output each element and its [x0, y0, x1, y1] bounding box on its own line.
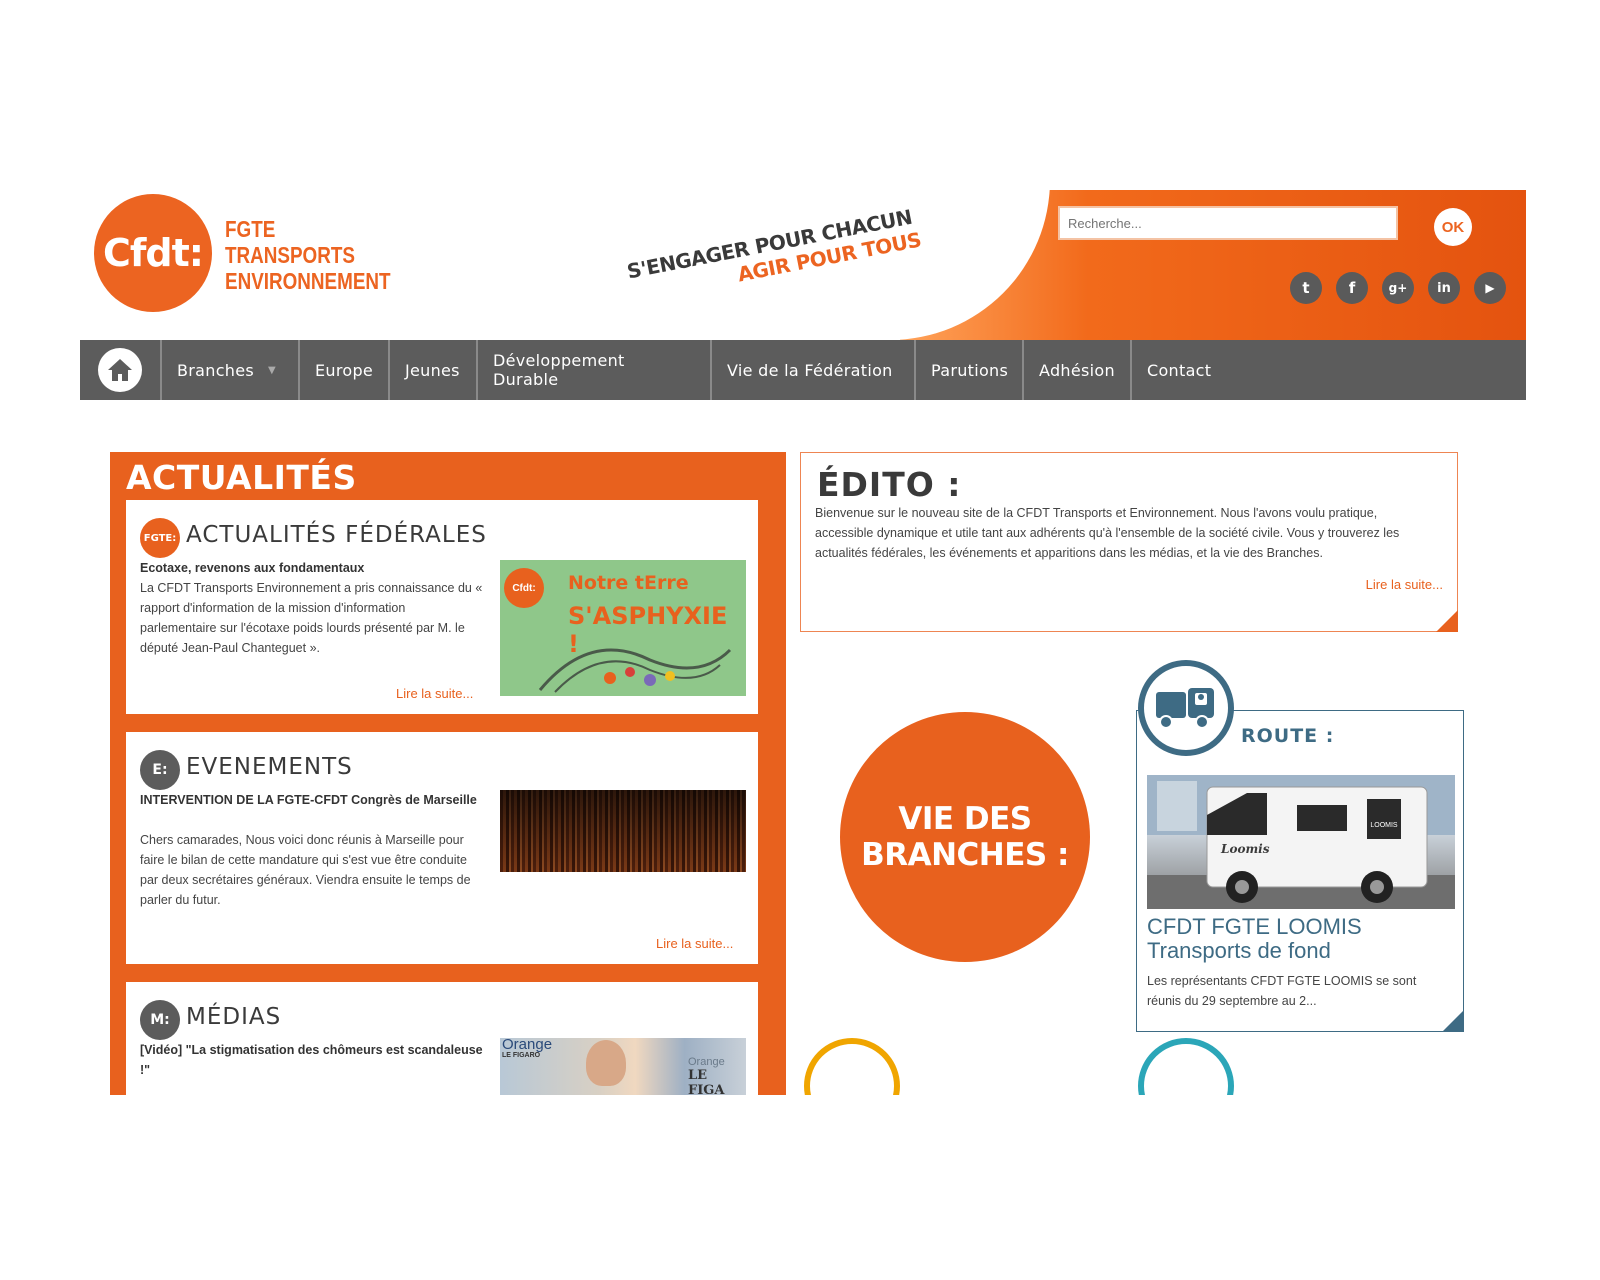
- nav-item-label: Développement Durable: [493, 351, 625, 389]
- article-title[interactable]: INTERVENTION DE LA FGTE-CFDT Congrès de …: [140, 790, 485, 810]
- loomis-truck-photo[interactable]: LOOMIS Loomis: [1147, 775, 1455, 909]
- facebook-icon[interactable]: f: [1336, 272, 1368, 304]
- nav-home[interactable]: [80, 340, 162, 400]
- nav-item-label: Contact: [1147, 360, 1212, 380]
- speaker-face: [586, 1040, 626, 1086]
- read-more-link[interactable]: Lire la suite...: [1366, 577, 1443, 592]
- home-icon: [98, 348, 142, 392]
- truck-icon: [1138, 660, 1234, 756]
- article-title[interactable]: [Vidéo] "La stigmatisation des chômeurs …: [140, 1040, 485, 1080]
- actualites-panel: ACTUALITÉS FGTE: ACTUALITÉS FÉDÉRALES Ec…: [110, 452, 786, 1095]
- congress-crowd-image[interactable]: [500, 790, 746, 872]
- medias-badge-icon: M:: [140, 1000, 180, 1040]
- nav-item-contact[interactable]: Contact: [1132, 340, 1226, 400]
- nav-item-label: Jeunes: [405, 360, 460, 380]
- route-card: ROUTE : LOOMIS Loomis CFDT FGTE LOOMIS T…: [1136, 710, 1464, 1032]
- chevron-down-icon: ▼: [268, 364, 277, 376]
- read-more-link[interactable]: Lire la suite...: [656, 936, 733, 951]
- actualites-federales-card: FGTE: ACTUALITÉS FÉDÉRALES Ecotaxe, reve…: [126, 500, 758, 714]
- search-input[interactable]: [1058, 206, 1398, 240]
- swirl-illustration: [538, 648, 732, 693]
- image-caption: Orange: [502, 1038, 553, 1053]
- search-ok-button[interactable]: OK: [1434, 208, 1472, 246]
- brand-name-line-1: FGTE: [225, 216, 276, 242]
- section-title: MÉDIAS: [186, 1004, 282, 1030]
- nav-item-label: Europe: [315, 360, 374, 380]
- page: Cfdt: FGTE TRANSPORTS ENVIRONNEMENT S'EN…: [80, 190, 1526, 1095]
- video-thumbnail[interactable]: Orange LE FIGARO Orange LE FIGA: [500, 1038, 746, 1095]
- nav-item-label: Branches: [177, 360, 255, 380]
- image-caption: Orange: [688, 1056, 725, 1068]
- evenements-card: E: EVENEMENTS INTERVENTION DE LA FGTE-CF…: [126, 732, 758, 964]
- truck-illustration: LOOMIS Loomis: [1147, 775, 1455, 909]
- route-headline-1: CFDT FGTE LOOMIS: [1147, 914, 1362, 939]
- cfdt-logo[interactable]: Cfdt:: [94, 194, 212, 312]
- actualites-title: ACTUALITÉS: [126, 458, 357, 497]
- section-title: ACTUALITÉS FÉDÉRALES: [186, 522, 487, 548]
- truck-brand-label: LOOMIS: [1370, 822, 1398, 829]
- article-image[interactable]: Cfdt: Notre tErre S'ASPHYXIE !: [500, 560, 746, 696]
- section-title: EVENEMENTS: [186, 754, 353, 780]
- nav-item-jeunes[interactable]: Jeunes: [390, 340, 478, 400]
- linkedin-icon[interactable]: in: [1428, 272, 1460, 304]
- nav-item-label: Parutions: [931, 360, 1009, 380]
- corner-fold: [1442, 1010, 1464, 1032]
- article-title[interactable]: Ecotaxe, revenons aux fondamentaux: [140, 558, 485, 578]
- nav-item-adhesion[interactable]: Adhésion: [1024, 340, 1132, 400]
- route-title: ROUTE :: [1241, 725, 1335, 747]
- edito-title: ÉDITO :: [817, 465, 962, 504]
- route-excerpt: Les représentants CFDT FGTE LOOMIS se so…: [1147, 974, 1417, 1008]
- nav-item-vie-federation[interactable]: Vie de la Fédération: [712, 340, 916, 400]
- site-header: Cfdt: FGTE TRANSPORTS ENVIRONNEMENT S'EN…: [80, 190, 1526, 340]
- twitter-icon[interactable]: t: [1290, 272, 1322, 304]
- nav-item-parutions[interactable]: Parutions: [916, 340, 1024, 400]
- vie-des-branches-circle[interactable]: VIE DES BRANCHES :: [840, 712, 1090, 962]
- route-headline[interactable]: CFDT FGTE LOOMIS Transports de fond: [1147, 915, 1362, 963]
- nav-item-label: Adhésion: [1039, 360, 1115, 380]
- nav-item-europe[interactable]: Europe: [300, 340, 390, 400]
- edito-text: Bienvenue sur le nouveau site de la CFDT…: [815, 506, 1400, 560]
- article-excerpt: La CFDT Transports Environnement a pris …: [140, 581, 483, 655]
- google-plus-icon[interactable]: g+: [1382, 272, 1414, 304]
- image-caption: LE FIGA: [688, 1068, 725, 1095]
- truck-side-label: Loomis: [1220, 842, 1270, 856]
- image-caption: LE FIGARO: [502, 1052, 541, 1059]
- main-nav: Branches ▼ Europe Jeunes Développement D…: [80, 340, 1526, 400]
- branch-category-icon: [804, 1038, 900, 1095]
- fgte-badge-icon: FGTE:: [140, 518, 180, 558]
- nav-item-developpement-durable[interactable]: Développement Durable: [478, 340, 712, 400]
- youtube-icon[interactable]: ▶: [1474, 272, 1506, 304]
- article-excerpt: Chers camarades, Nous voici donc réunis …: [140, 833, 471, 907]
- medias-card: M: MÉDIAS [Vidéo] "La stigmatisation des…: [126, 982, 758, 1095]
- nav-item-label: Vie de la Fédération: [727, 360, 893, 380]
- corner-fold: [1436, 610, 1458, 632]
- branch-category-icon: [1138, 1038, 1234, 1095]
- brand-name-line-3: ENVIRONNEMENT: [225, 268, 391, 294]
- vdb-line-1: VIE DES: [898, 801, 1032, 837]
- brand-name-line-2: TRANSPORTS: [225, 242, 355, 268]
- vdb-line-2: BRANCHES :: [861, 837, 1069, 873]
- read-more-link[interactable]: Lire la suite...: [396, 686, 473, 701]
- brand-name: FGTE TRANSPORTS ENVIRONNEMENT: [225, 216, 391, 294]
- evenements-badge-icon: E:: [140, 750, 180, 790]
- edito-panel: ÉDITO : Bienvenue sur le nouveau site de…: [800, 452, 1458, 632]
- route-headline-2: Transports de fond: [1147, 938, 1331, 963]
- nav-item-branches[interactable]: Branches ▼: [162, 340, 300, 400]
- social-links: t f g+ in ▶: [1290, 272, 1506, 304]
